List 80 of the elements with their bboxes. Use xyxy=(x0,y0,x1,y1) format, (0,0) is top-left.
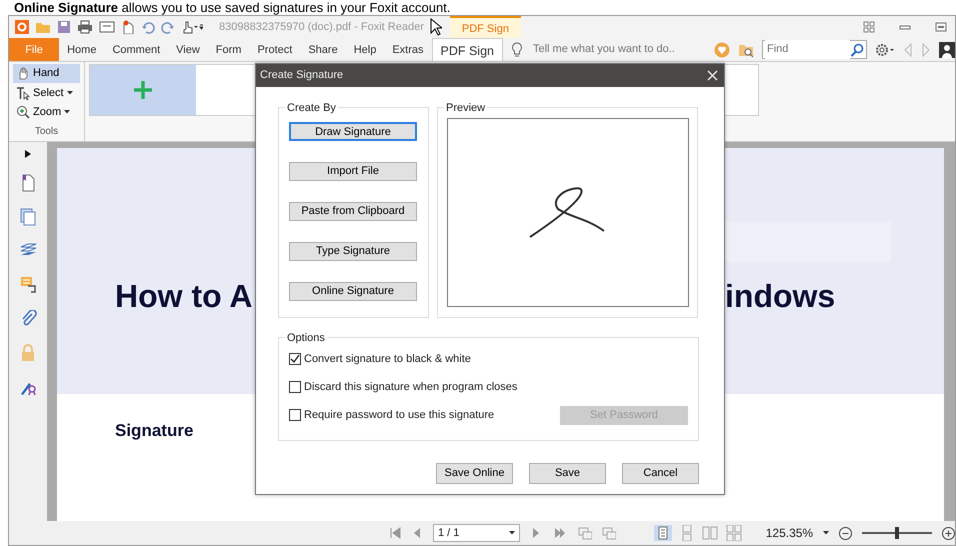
zoom-in-icon[interactable] xyxy=(942,526,955,540)
save-icon[interactable] xyxy=(57,20,71,34)
tell-me-field[interactable]: Tell me what you want to do.. xyxy=(531,40,706,59)
create-by-button[interactable]: Paste from Clipboard xyxy=(289,202,417,221)
continuous-icon[interactable] xyxy=(680,525,694,541)
page-number-field[interactable]: 1 / 1 xyxy=(433,524,520,542)
next-view-icon[interactable] xyxy=(602,526,616,540)
ribbon-tab[interactable]: PDF Sign xyxy=(432,38,503,61)
dialog-button[interactable]: Save xyxy=(529,463,606,484)
lightbulb-icon xyxy=(511,42,523,58)
checkbox[interactable] xyxy=(289,381,301,393)
checkbox[interactable] xyxy=(289,409,301,421)
fullscreen-icon[interactable] xyxy=(863,21,875,33)
comments-icon[interactable] xyxy=(20,276,36,294)
ribbon-tab[interactable]: View xyxy=(168,38,208,61)
tool-button[interactable]: Select xyxy=(13,84,80,102)
ribbon-tab[interactable]: Home xyxy=(59,38,104,61)
settings-icon[interactable] xyxy=(875,42,895,56)
last-page-icon[interactable] xyxy=(554,526,568,540)
option-label[interactable]: Convert signature to black & white xyxy=(304,350,471,368)
create-by-button[interactable]: Draw Signature xyxy=(289,122,417,141)
app-logo-icon xyxy=(15,20,29,34)
checkbox[interactable] xyxy=(289,353,301,365)
first-page-icon[interactable] xyxy=(389,527,401,539)
cursor-icon xyxy=(430,18,442,36)
create-by-button[interactable]: Type Signature xyxy=(289,242,417,261)
zoom-icon xyxy=(16,105,30,120)
continuous-facing-icon[interactable] xyxy=(726,525,742,541)
search-icon xyxy=(850,42,864,56)
zoom-out-icon[interactable] xyxy=(839,526,852,540)
create-by-button[interactable]: Online Signature xyxy=(289,282,417,301)
caret-icon xyxy=(508,531,515,535)
ribbon-tab[interactable]: Protect xyxy=(249,38,300,61)
paperclip-icon[interactable] xyxy=(20,310,36,328)
facing-icon[interactable] xyxy=(702,525,718,541)
plus-icon xyxy=(133,80,153,100)
ribbon-tab[interactable]: Comment xyxy=(104,38,168,61)
screen-icon[interactable] xyxy=(99,20,115,34)
caret-icon[interactable] xyxy=(823,531,830,535)
undo-icon[interactable] xyxy=(141,20,155,34)
print-icon[interactable] xyxy=(77,20,93,34)
option-label[interactable]: Require password to use this signature xyxy=(304,406,494,424)
document-heading: indows xyxy=(725,277,836,316)
touch-hand-icon[interactable] xyxy=(181,20,203,34)
slider-thumb[interactable] xyxy=(895,527,900,539)
select-icon xyxy=(16,86,30,100)
window-title: 83098832375970 (doc).pdf - Foxit Reader xyxy=(219,20,424,35)
tool-button[interactable]: Hand xyxy=(13,64,80,82)
group-label: Create By xyxy=(285,100,338,116)
document-heading: How to A xyxy=(115,277,252,316)
dialog-button[interactable]: Cancel xyxy=(622,463,699,484)
ribbon-tab[interactable]: Share xyxy=(300,38,346,61)
ribbon-tab[interactable]: Form xyxy=(208,38,250,61)
zoom-percentage[interactable]: 125.35% xyxy=(766,524,814,542)
dialog-button[interactable]: Save Online xyxy=(436,463,513,484)
caret-icon xyxy=(66,90,73,95)
new-document-icon[interactable] xyxy=(121,20,135,34)
close-icon[interactable] xyxy=(707,70,718,81)
document-subheading: Signature xyxy=(115,420,194,442)
group-label: Tools xyxy=(34,125,58,139)
create-by-button[interactable]: Import File xyxy=(289,162,417,181)
single-page-icon[interactable] xyxy=(654,525,672,541)
tool-button[interactable]: Zoom xyxy=(13,103,80,122)
caption-text: Online Signature allows you to use saved signatures in your Foxit account. xyxy=(14,0,450,15)
context-tab-label: PDF Sign xyxy=(450,16,521,38)
user-icon[interactable] xyxy=(939,42,955,58)
ribbon-tab[interactable]: Extras xyxy=(384,38,432,61)
dialog-title: Create Signature xyxy=(260,68,344,84)
previous-view-icon[interactable] xyxy=(578,526,592,540)
bookmark-icon[interactable] xyxy=(20,174,36,192)
caret-icon xyxy=(64,110,70,114)
option-label[interactable]: Discard this signature when program closes xyxy=(304,378,518,396)
ribbon-tab[interactable]: Help xyxy=(346,38,384,61)
find-field[interactable]: Find xyxy=(762,40,867,59)
redo-icon[interactable] xyxy=(161,20,175,34)
expand-arrow-icon[interactable] xyxy=(25,150,31,158)
checkmark-icon xyxy=(290,354,300,364)
restore-icon[interactable] xyxy=(935,21,947,33)
group-label: Options xyxy=(285,330,327,346)
pages-icon[interactable] xyxy=(20,208,36,226)
